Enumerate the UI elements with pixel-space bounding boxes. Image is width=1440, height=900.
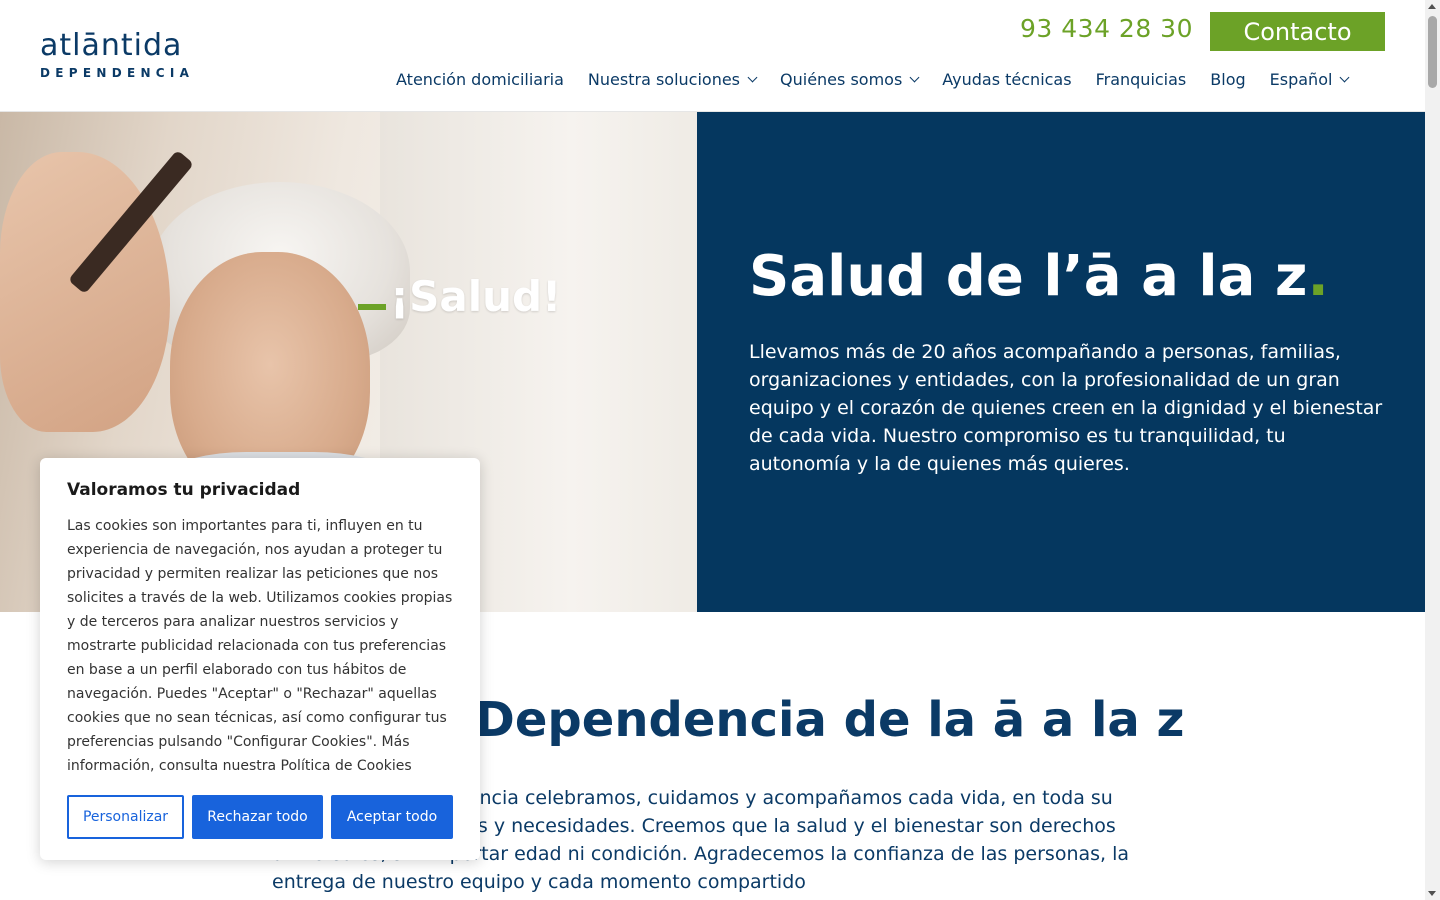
- phone-number-link[interactable]: 93 434 28 30: [1020, 14, 1193, 43]
- hero-title-dot: .: [1307, 244, 1329, 309]
- nav-item-label: Blog: [1210, 69, 1246, 89]
- hero-title: Salud de l’ā a la z.: [749, 244, 1329, 309]
- nav-item-label: Quiénes somos: [780, 69, 903, 89]
- language-selector[interactable]: Español: [1269, 69, 1350, 89]
- nav-item-label: Nuestra soluciones: [587, 69, 741, 89]
- reject-all-button[interactable]: Rechazar todo: [192, 795, 323, 839]
- nav-item-atencion-domiciliaria[interactable]: Atención domiciliaria: [396, 70, 564, 89]
- cookie-title: Valoramos tu privacidad: [67, 480, 301, 500]
- contact-button[interactable]: Contacto: [1210, 12, 1385, 51]
- cookie-buttons: Personalizar Rechazar todo Aceptar todo: [67, 795, 453, 839]
- section-title: Dependencia de la ā a la z: [475, 692, 1185, 748]
- cookie-consent-dialog: Valoramos tu privacidad Las cookies son …: [40, 458, 480, 860]
- scroll-up-arrow-icon[interactable]: [1428, 4, 1436, 9]
- chevron-down-icon: [747, 72, 758, 82]
- logo-tagline: DEPENDENCIA: [40, 66, 195, 80]
- scroll-down-arrow-icon[interactable]: [1428, 891, 1436, 896]
- hero-panel: Salud de l’ā a la z. Llevamos más de 20 …: [697, 112, 1425, 612]
- site-header: atlāntida DEPENDENCIA 93 434 28 30 Conta…: [0, 0, 1425, 112]
- site-logo[interactable]: atlāntida DEPENDENCIA: [40, 30, 210, 86]
- main-nav: Atención domiciliaria Nuestra soluciones…: [396, 66, 1350, 92]
- nav-item-blog[interactable]: Blog: [1210, 70, 1245, 89]
- chevron-down-icon: [1339, 72, 1350, 82]
- nav-item-ayudas-tecnicas[interactable]: Ayudas técnicas: [942, 70, 1071, 89]
- logo-wordmark: atlāntida: [40, 28, 183, 63]
- hero-image-accent-dash: [358, 304, 386, 310]
- page-scrollbar[interactable]: [1425, 0, 1440, 900]
- nav-item-label: Franquicias: [1095, 69, 1187, 89]
- chevron-down-icon: [909, 72, 920, 82]
- nav-item-nuestra-soluciones[interactable]: Nuestra soluciones: [587, 69, 758, 89]
- nav-item-label: Ayudas técnicas: [942, 69, 1072, 89]
- accept-all-button[interactable]: Aceptar todo: [331, 795, 453, 839]
- language-label: Español: [1269, 69, 1333, 89]
- nav-item-franquicias[interactable]: Franquicias: [1096, 70, 1187, 89]
- nav-item-quienes-somos[interactable]: Quiénes somos: [780, 69, 920, 89]
- hero-title-text: Salud de l’ā a la z: [749, 244, 1308, 309]
- hero-description: Llevamos más de 20 años acompañando a pe…: [749, 341, 1383, 475]
- cookie-text: Las cookies son importantes para ti, inf…: [67, 518, 453, 774]
- nav-item-label: Atención domiciliaria: [396, 69, 564, 89]
- hero-image-overlay-text: ¡Salud!: [390, 272, 562, 321]
- customize-button[interactable]: Personalizar: [67, 795, 184, 839]
- scrollbar-thumb[interactable]: [1428, 16, 1437, 88]
